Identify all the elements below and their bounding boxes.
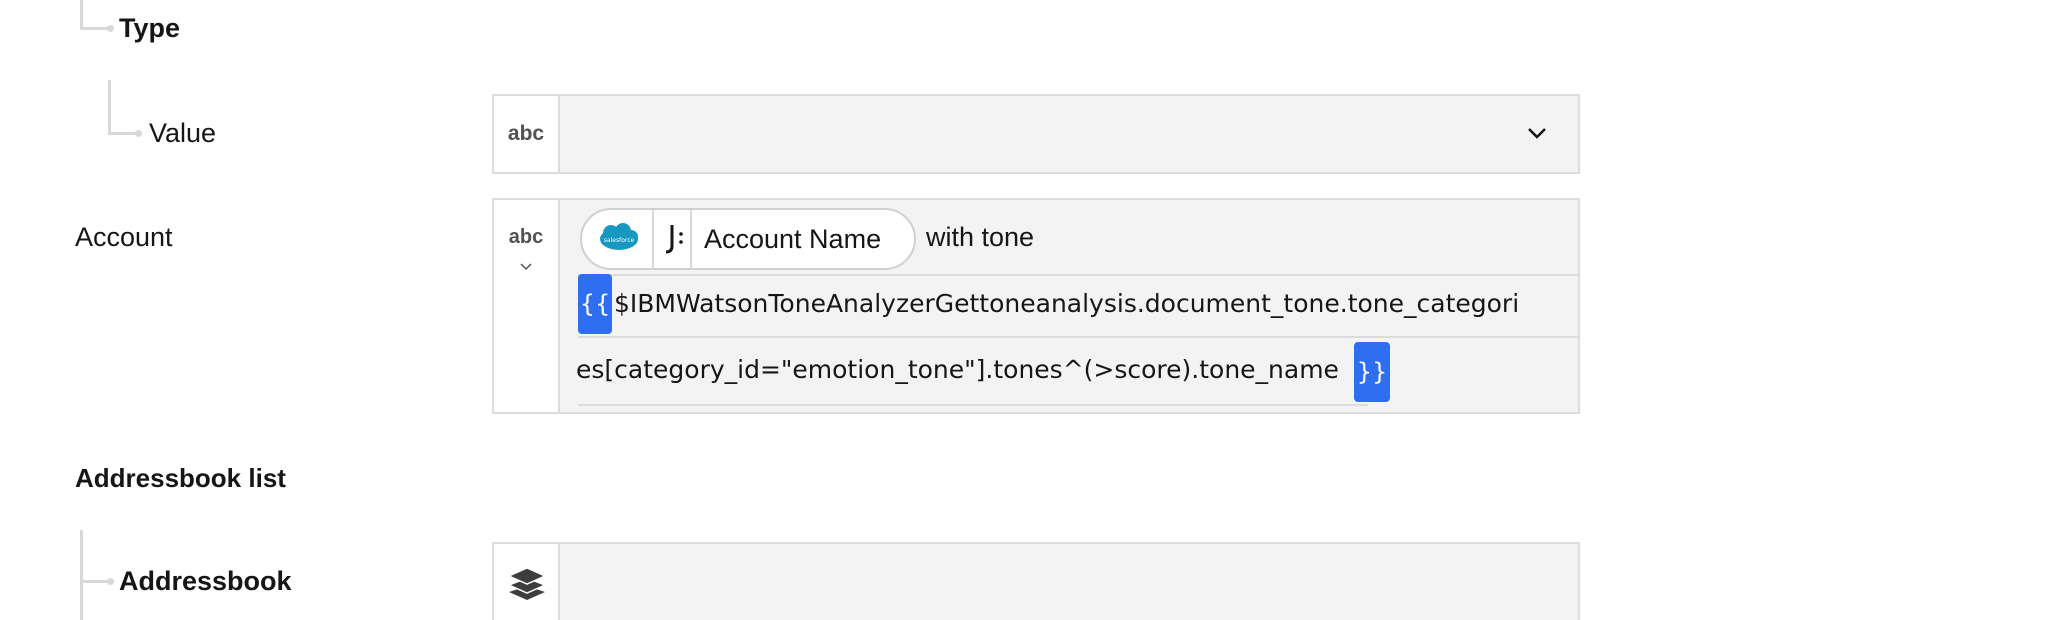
expression-open-brace: {{ bbox=[578, 274, 612, 334]
chevron-down-icon[interactable] bbox=[518, 258, 534, 274]
tree-connector-addressbook bbox=[80, 530, 83, 620]
addressbook-type-selector[interactable] bbox=[494, 544, 560, 620]
function-icon bbox=[662, 222, 686, 261]
account-type-badge: abc bbox=[508, 226, 544, 248]
expression-line-2[interactable]: es[category_id="emotion_tone"].tones^(>s… bbox=[576, 355, 1339, 384]
layers-icon bbox=[506, 562, 548, 609]
expression-line-1[interactable]: $IBMWatsonToneAnalyzerGettoneanalysis.do… bbox=[614, 289, 1576, 318]
tree-node-type bbox=[107, 25, 114, 32]
row-divider bbox=[578, 274, 1578, 276]
account-label: Account bbox=[75, 222, 173, 252]
value-type-badge: abc bbox=[507, 122, 545, 145]
tree-connector-value bbox=[108, 80, 111, 135]
row-divider bbox=[578, 336, 1578, 338]
addressbook-label: Addressbook bbox=[119, 566, 292, 596]
salesforce-icon: salesforce bbox=[598, 223, 640, 258]
account-field[interactable]: abc salesforce Account Name with tone {{… bbox=[492, 198, 1580, 414]
type-label: Type bbox=[119, 13, 181, 43]
with-tone-text: with tone bbox=[926, 222, 1035, 252]
addressbook-list-label: Addressbook list bbox=[75, 463, 286, 493]
addressbook-field[interactable] bbox=[492, 542, 1580, 620]
tree-connector-value-h bbox=[108, 132, 138, 135]
value-label: Value bbox=[149, 118, 217, 148]
tree-connector-addressbook-h bbox=[80, 580, 110, 583]
account-name-token[interactable]: salesforce Account Name bbox=[580, 208, 916, 270]
tree-connector-type-h bbox=[80, 27, 110, 30]
row-divider bbox=[578, 404, 1368, 406]
expression-close-brace: }} bbox=[1354, 342, 1390, 402]
salesforce-logo-text: salesforce bbox=[604, 237, 635, 244]
value-type-selector[interactable]: abc bbox=[494, 96, 560, 172]
tree-node-addressbook bbox=[107, 578, 114, 585]
account-type-selector[interactable]: abc bbox=[494, 200, 560, 412]
tree-node-value bbox=[135, 130, 142, 137]
account-name-token-label: Account Name bbox=[704, 224, 882, 254]
pill-divider bbox=[652, 210, 654, 268]
pill-divider bbox=[690, 210, 692, 268]
tree-connector-type bbox=[80, 0, 83, 29]
value-field[interactable]: abc bbox=[492, 94, 1580, 174]
chevron-down-icon[interactable] bbox=[1524, 120, 1550, 146]
